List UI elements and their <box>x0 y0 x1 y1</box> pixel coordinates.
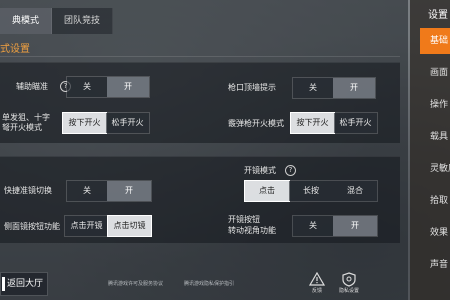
sidebar-item-vehicle[interactable]: 载具 <box>420 124 450 150</box>
muzzle-hint-toggle: 关 开 <box>292 77 376 99</box>
side-button-open-scope[interactable]: 点击开镜 <box>65 216 108 236</box>
scope-view-toggle: 关 开 <box>292 215 378 237</box>
sidebar-item-sound[interactable]: 声音 <box>420 252 450 278</box>
section-title: 式设置 <box>0 44 30 55</box>
mode-tabs: 典模式 团队竞技 <box>0 8 114 34</box>
feedback-button[interactable]: 反馈 <box>306 271 328 294</box>
single-fire-label-line2: 弩开火模式 <box>2 123 42 132</box>
quick-scope-on[interactable]: 开 <box>107 181 151 201</box>
scope-mode-label: 开镜模式 <box>244 166 276 175</box>
sidebar-item-pickup[interactable]: 拾取 <box>420 188 450 214</box>
privacy-link[interactable]: 腾讯游戏隐私保护指引 <box>184 280 234 287</box>
scope-mode-selector: 点击 长按 混合 <box>244 180 378 202</box>
scope-mode-mixed[interactable]: 混合 <box>333 181 377 201</box>
shotgun-fire-label: 霰弹枪开火模式 <box>228 119 284 128</box>
scope-view-label-line2: 转动视角功能 <box>228 226 276 235</box>
divider <box>0 56 400 57</box>
back-label: 返回大厅 <box>7 279 44 289</box>
single-fire-selector: 按下开火 松手开火 <box>62 112 150 134</box>
muzzle-hint-off[interactable]: 关 <box>293 78 333 98</box>
scope-mode-tap[interactable]: 点击 <box>244 180 290 202</box>
warning-icon <box>308 271 326 288</box>
back-to-lobby-button[interactable]: 返回大厅 <box>0 272 48 296</box>
assist-aim-toggle: 关 开 <box>66 76 150 98</box>
scope-mode-hold[interactable]: 长按 <box>289 181 333 201</box>
back-icon <box>2 277 5 291</box>
assist-aim-on[interactable]: 开 <box>107 77 149 97</box>
sidebar-item-basic[interactable]: 基础 <box>420 28 450 54</box>
tab-classic-mode[interactable]: 典模式 <box>0 8 53 34</box>
assist-aim-off[interactable]: 关 <box>67 77 107 97</box>
quick-scope-label: 快捷准镜切换 <box>4 186 52 195</box>
sidebar-item-graphics[interactable]: 画面 <box>420 60 450 86</box>
shotgun-fire-release[interactable]: 松手开火 <box>334 113 377 133</box>
privacy-settings-caption: 隐私设置 <box>338 288 359 294</box>
quick-scope-toggle: 关 开 <box>66 180 152 202</box>
muzzle-hint-label: 枪口顶墙提示 <box>228 83 276 92</box>
feedback-caption: 反馈 <box>311 288 322 294</box>
quick-scope-off[interactable]: 关 <box>67 181 107 201</box>
muzzle-hint-on[interactable]: 开 <box>333 78 375 98</box>
help-icon[interactable]: ? <box>285 165 296 176</box>
side-button-label: 侧面镜按钮功能 <box>4 222 60 231</box>
shotgun-fire-selector: 按下开火 松手开火 <box>290 112 378 134</box>
sidebar-item-controls[interactable]: 操作 <box>420 92 450 118</box>
sidebar-item-sensitivity[interactable]: 灵敏度 <box>420 156 450 182</box>
terms-link[interactable]: 腾讯游戏许可及服务协议 <box>108 280 163 287</box>
side-button-selector: 点击开镜 点击切镜 <box>64 215 152 237</box>
sidebar-item-effects[interactable]: 效果 <box>420 220 450 246</box>
single-fire-release[interactable]: 松手开火 <box>106 113 149 133</box>
scope-view-on[interactable]: 开 <box>333 216 377 236</box>
shotgun-fire-press[interactable]: 按下开火 <box>290 112 335 134</box>
shield-icon <box>340 272 358 288</box>
sidebar-title: 设置 <box>428 10 448 21</box>
assist-aim-label: 辅助瞄准 <box>16 82 48 91</box>
scope-view-label-line1: 开镜按钮 <box>228 215 260 224</box>
scope-view-off[interactable]: 关 <box>293 216 333 236</box>
tab-team-deathmatch[interactable]: 团队竞技 <box>52 8 114 34</box>
settings-panel <box>0 0 408 300</box>
single-fire-press[interactable]: 按下开火 <box>62 112 107 134</box>
side-button-switch-scope[interactable]: 点击切镜 <box>107 215 152 237</box>
privacy-settings-button[interactable]: 隐私设置 <box>338 272 360 294</box>
